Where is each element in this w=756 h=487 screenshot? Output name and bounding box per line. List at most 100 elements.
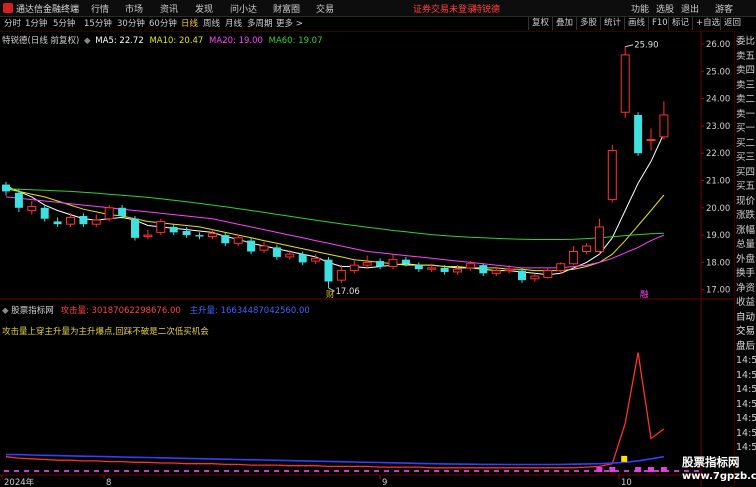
candle-body-down bbox=[182, 231, 191, 236]
baseline-dash bbox=[244, 470, 249, 472]
candle-body-down bbox=[518, 270, 526, 281]
menu-exit[interactable]: 退出 bbox=[681, 2, 699, 15]
quote-panel-label: 收益 bbox=[736, 297, 756, 308]
candle-body-down bbox=[401, 259, 410, 264]
baseline-dash bbox=[214, 470, 219, 472]
ma20-label: MA20: 19.00 bbox=[209, 36, 263, 46]
mark-button[interactable]: 标记 bbox=[668, 17, 692, 30]
indicator-note: 攻击量上穿主升量为主升爆点,回踩不破是二次低买机会 bbox=[2, 327, 209, 337]
overlay-button[interactable]: 叠加 bbox=[552, 17, 576, 30]
baseline-dash bbox=[604, 470, 609, 472]
quote-panel-label: 现价 bbox=[736, 195, 756, 207]
signal-bar bbox=[596, 467, 603, 472]
adjust-button[interactable]: 复权 bbox=[528, 17, 552, 30]
quote-panel-label: 涨跌 bbox=[736, 210, 756, 221]
price-tick-label: 23.00 bbox=[706, 122, 730, 132]
candle-body-up bbox=[207, 233, 217, 237]
candle-body-down bbox=[221, 235, 230, 244]
low-label: 17.06 bbox=[336, 287, 360, 297]
app-title: 通达信金融终端 bbox=[16, 5, 80, 15]
candlestick-series bbox=[2, 46, 669, 289]
baseline-dash bbox=[94, 470, 99, 472]
quote-panel-label: 买一 bbox=[736, 123, 756, 134]
quote-panel-label: 委比 bbox=[736, 36, 756, 47]
quote-panel-label: 盘后 bbox=[736, 340, 756, 352]
candle-body-down bbox=[14, 192, 23, 208]
period-15min[interactable]: 15分钟 bbox=[84, 18, 112, 30]
baseline-dash bbox=[284, 470, 289, 472]
period-more[interactable]: 更多 > bbox=[276, 18, 303, 30]
baseline-dash bbox=[344, 470, 349, 472]
watermark-url: www.7gpzb.com bbox=[682, 471, 756, 482]
baseline-dash bbox=[124, 470, 129, 472]
candle-body-up bbox=[259, 245, 269, 251]
menu-functions[interactable]: 功能 bbox=[631, 2, 649, 15]
baseline-dash bbox=[84, 470, 89, 472]
baseline-dash bbox=[554, 470, 559, 472]
period-60min[interactable]: 60分钟 bbox=[149, 18, 177, 30]
baseline-dash bbox=[144, 470, 149, 472]
candle-body-down bbox=[195, 235, 204, 237]
quote-panel-label: 14:50 bbox=[736, 355, 756, 366]
candle-body-up bbox=[66, 216, 75, 225]
price-tick-label: 25.00 bbox=[706, 67, 730, 77]
baseline-dash bbox=[504, 470, 509, 472]
period-daily[interactable]: 日线 bbox=[181, 18, 198, 30]
candle-body-down bbox=[272, 247, 281, 257]
watermark: 股票指标网 www.7gpzb.com bbox=[682, 454, 756, 482]
indicator-settings-icon[interactable]: ◆ bbox=[2, 306, 9, 316]
baseline-dash bbox=[184, 470, 189, 472]
baseline-dash bbox=[574, 470, 579, 472]
period-30min[interactable]: 30分钟 bbox=[117, 18, 145, 30]
statistics-button[interactable]: 统计 bbox=[600, 17, 624, 30]
add-favorite-button[interactable]: +自选 bbox=[692, 17, 723, 30]
quote-panel-label: 买三 bbox=[736, 152, 756, 163]
price-tick-label: 26.00 bbox=[706, 40, 730, 50]
price-tick-label: 18.00 bbox=[706, 258, 730, 268]
multi-stock-button[interactable]: 多股 bbox=[576, 17, 600, 30]
menu-news[interactable]: 资讯 bbox=[160, 2, 178, 15]
quote-panel-label: 14:50 bbox=[736, 442, 756, 453]
baseline-dash bbox=[654, 470, 659, 472]
moving-average-lines bbox=[5, 133, 665, 276]
period-timeshare[interactable]: 分时 bbox=[4, 18, 21, 30]
indicator-name[interactable]: 股票指标网 bbox=[11, 306, 54, 316]
draw-line-button[interactable]: 画线 bbox=[624, 17, 648, 30]
period-1min[interactable]: 1分钟 bbox=[25, 18, 47, 30]
kline-chart[interactable]: 26.00 25.00 24.00 23.00 22.00 21.00 20.00 19.00… bbox=[0, 31, 734, 487]
login-warning[interactable]: 证券交易未登录 bbox=[413, 2, 476, 15]
menu-wealth-circle[interactable]: 财富圈 bbox=[273, 2, 300, 15]
back-button[interactable]: 返回 bbox=[720, 17, 744, 30]
candle-body-up bbox=[504, 268, 514, 272]
menu-market[interactable]: 市场 bbox=[125, 2, 143, 15]
period-monthly[interactable]: 月线 bbox=[225, 18, 242, 30]
period-5min[interactable]: 5分钟 bbox=[53, 18, 75, 30]
user-guest[interactable]: 游客 bbox=[715, 2, 733, 15]
baseline-dash bbox=[154, 470, 159, 472]
baseline-dash bbox=[194, 470, 199, 472]
quote-side-panel: 委比 卖五 卖四 卖三 卖二 卖一 买一 买二 买三 买四 买五 现价 涨跌 涨幅 总量 外盘 换手 净资 收益 自动… bbox=[734, 31, 756, 487]
candle-body-up bbox=[285, 253, 295, 258]
legend-toggle-icon[interactable]: ◆ bbox=[84, 36, 91, 46]
period-multi[interactable]: 多周期 bbox=[247, 18, 273, 30]
price-tick-label: 17.00 bbox=[706, 286, 730, 296]
baseline-dash bbox=[374, 470, 379, 472]
baseline-dash bbox=[524, 470, 529, 472]
high-label: 25.90 bbox=[634, 41, 658, 51]
ma10-label: MA10: 20.47 bbox=[149, 36, 204, 46]
candle-body-down bbox=[247, 240, 256, 252]
baseline-dash bbox=[254, 470, 259, 472]
candle-body-down bbox=[634, 114, 643, 154]
period-weekly[interactable]: 周线 bbox=[203, 18, 220, 30]
menu-discover[interactable]: 发现 bbox=[195, 2, 213, 15]
menu-ask-xiaoda[interactable]: 问小达 bbox=[230, 2, 257, 15]
candle-body-up bbox=[530, 275, 540, 280]
menu-quotes[interactable]: 行情 bbox=[91, 2, 109, 15]
baseline-dash bbox=[564, 470, 569, 472]
indicator-line-main-rise bbox=[6, 453, 665, 466]
baseline-dash bbox=[324, 470, 329, 472]
quote-panel-label: 换手 bbox=[736, 268, 756, 279]
menu-trade[interactable]: 交易 bbox=[316, 2, 334, 15]
menu-stock-picker[interactable]: 选股 bbox=[656, 2, 674, 15]
candle-body-up bbox=[453, 268, 462, 273]
